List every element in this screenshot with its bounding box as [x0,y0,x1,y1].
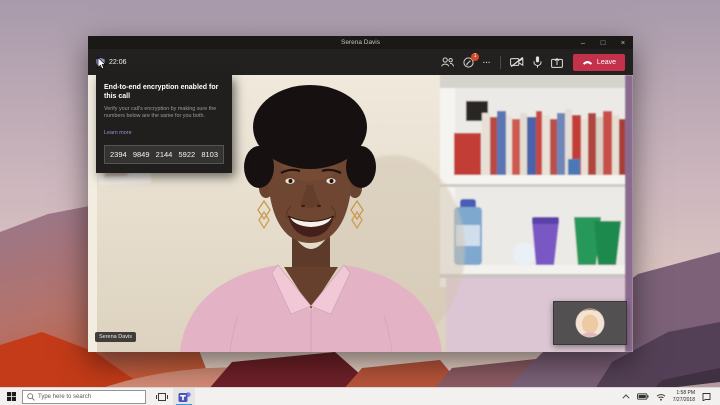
code-group: 2394 [110,150,127,159]
leave-label: Leave [597,59,616,66]
share-icon [551,57,563,68]
windows-logo-icon [7,392,16,401]
mic-icon [533,56,542,68]
camera-off-icon [510,57,524,67]
teams-call-window: Serena Davis – □ × 22:06 [88,36,633,352]
window-title: Serena Davis [88,39,633,46]
search-placeholder-text: Type here to search [38,394,91,400]
encryption-panel-body: Verify your call's encryption by making … [104,106,224,121]
tray-chevron-icon[interactable] [622,394,630,399]
close-button[interactable]: × [613,36,633,49]
call-timer: 22:06 [109,59,127,66]
task-view-button[interactable] [151,388,173,405]
toolbar-divider [500,56,501,69]
learn-more-link[interactable]: Learn more [104,130,132,136]
taskbar-search-input[interactable]: Type here to search [22,390,146,404]
taskbar-clock[interactable]: 1:58 PM 7/27/2018 [673,390,695,403]
battery-icon[interactable] [637,393,649,400]
chat-notification-badge: 1 [471,53,479,61]
camera-toggle-button[interactable] [510,57,524,67]
people-icon [441,57,454,67]
task-view-icon [156,392,168,402]
clock-time: 1:58 PM [673,390,695,397]
chat-button[interactable]: 1 [463,57,474,68]
code-group: 2144 [156,150,173,159]
action-center-icon[interactable] [702,392,711,401]
code-group: 9849 [133,150,150,159]
windows-taskbar: Type here to search [0,387,720,405]
code-group: 8103 [201,150,218,159]
hang-up-icon [582,59,593,65]
window-controls: – □ × [573,36,633,49]
self-view-avatar [554,302,626,344]
teams-app-icon [178,391,191,403]
system-tray: 1:58 PM 7/27/2018 [622,390,720,403]
taskbar-teams-button[interactable] [173,388,195,405]
clock-date: 7/27/2018 [673,397,695,404]
desktop: Serena Davis – □ × 22:06 [0,0,720,405]
encryption-code: 2394 9849 2144 5922 8103 [104,145,224,164]
search-icon [27,393,35,401]
code-group: 5922 [178,150,195,159]
mic-button[interactable] [533,56,542,68]
participants-button[interactable] [441,57,454,67]
participant-name-tag: Serena Davis [95,332,136,342]
call-actions: 1 ••• [432,54,625,71]
network-icon[interactable] [656,393,666,401]
leave-call-button[interactable]: Leave [573,54,625,71]
encryption-panel-title: End-to-end encryption enabled for this c… [104,83,224,102]
share-screen-button[interactable] [551,57,563,68]
minimize-button[interactable]: – [573,36,593,49]
start-button[interactable] [0,388,22,405]
window-titlebar: Serena Davis – □ × [88,36,633,49]
call-toolbar: 22:06 1 ••• [88,49,633,75]
more-options-button[interactable]: ••• [483,60,491,65]
mouse-cursor [97,57,106,70]
encryption-panel: End-to-end encryption enabled for this c… [96,75,232,173]
self-view-pip[interactable] [553,301,627,345]
maximize-button[interactable]: □ [593,36,613,49]
